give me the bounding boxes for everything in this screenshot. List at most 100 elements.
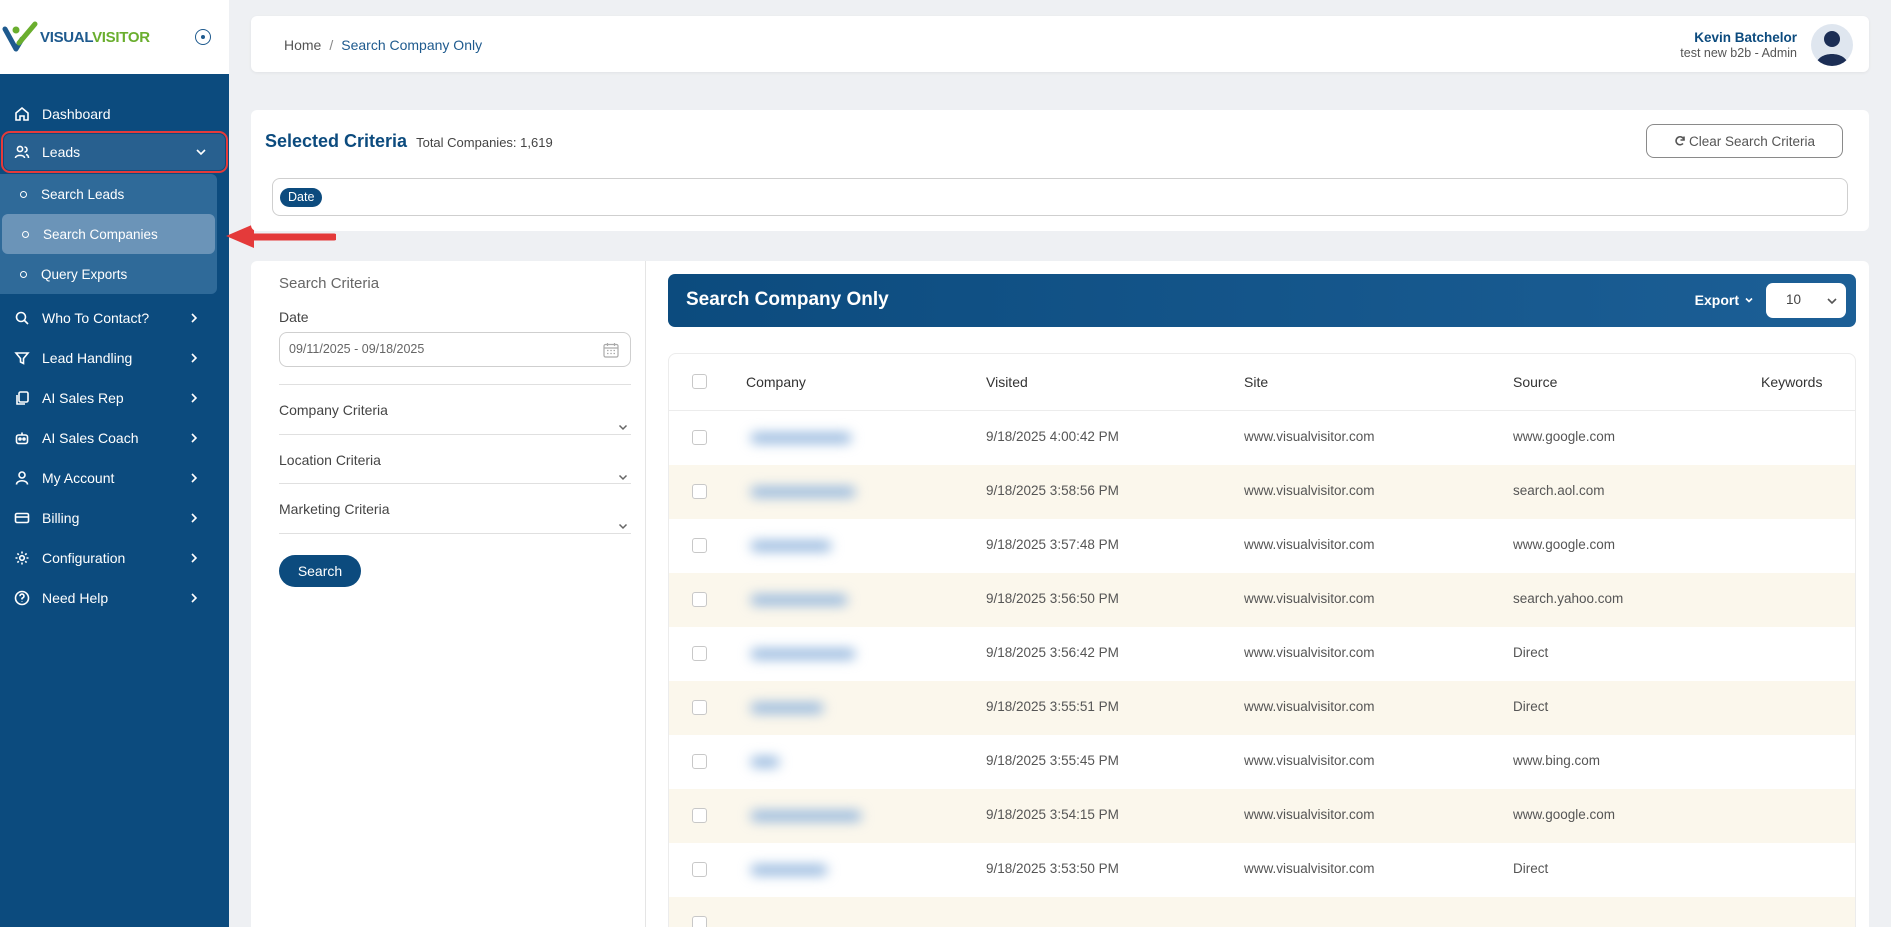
circle-icon [20, 190, 27, 198]
row-checkbox[interactable] [692, 808, 707, 823]
selected-criteria-panel: Selected Criteria Total Companies: 1,619… [251, 110, 1869, 231]
company-name-redacted[interactable] [741, 853, 869, 887]
page-size-select[interactable]: 10 [1766, 283, 1846, 318]
chevron-down-icon [617, 502, 629, 530]
clear-search-criteria-button[interactable]: Clear Search Criteria [1646, 124, 1843, 158]
sidebar-item-label: Lead Handling [42, 350, 133, 366]
column-header-site[interactable]: Site [1244, 374, 1268, 390]
column-header-visited[interactable]: Visited [986, 374, 1028, 390]
table-row[interactable]: 9/18/2025 3:57:48 PM www.visualvisitor.c… [669, 519, 1855, 573]
results-header: Search Company Only Export 10 [668, 274, 1856, 327]
sidebar-item-label: Need Help [42, 590, 109, 606]
row-checkbox[interactable] [692, 916, 707, 927]
sidebar-item-billing[interactable]: Billing [0, 498, 229, 538]
criteria-chip-box: Date [272, 178, 1848, 216]
search-icon [14, 310, 30, 326]
table-row[interactable]: 9/18/2025 4:00:42 PM www.visualvisitor.c… [669, 411, 1855, 465]
sidebar-subitem-label: Search Companies [43, 226, 158, 242]
table-row[interactable]: 9/18/2025 3:55:51 PM www.visualvisitor.c… [669, 681, 1855, 735]
row-checkbox[interactable] [692, 862, 707, 877]
search-button[interactable]: Search [279, 555, 361, 587]
breadcrumb-current: Search Company Only [341, 37, 483, 53]
table-row[interactable] [669, 897, 1855, 927]
sidebar-item-ai-sales-rep[interactable]: AI Sales Rep [0, 378, 229, 418]
help-icon [14, 590, 30, 606]
avatar[interactable] [1811, 24, 1853, 66]
filter-icon [14, 350, 30, 366]
sidebar-item-leads[interactable]: Leads [1, 131, 228, 173]
cell-visited: 9/18/2025 3:55:51 PM [986, 699, 1119, 714]
sidebar-item-lead-handling[interactable]: Lead Handling [0, 338, 229, 378]
table-row[interactable]: 9/18/2025 3:53:50 PM www.visualvisitor.c… [669, 843, 1855, 897]
row-checkbox[interactable] [692, 592, 707, 607]
company-name-redacted[interactable] [741, 529, 869, 563]
company-name-redacted[interactable] [741, 745, 869, 779]
sidebar-item-ai-sales-coach[interactable]: AI Sales Coach [0, 418, 229, 458]
row-checkbox[interactable] [692, 646, 707, 661]
user-role: test new b2b - Admin [1680, 46, 1797, 60]
total-companies: Total Companies: 1,619 [416, 135, 553, 150]
cell-source: Direct [1513, 861, 1549, 876]
sidebar-item-label: Leads [42, 144, 81, 160]
cell-source: Direct [1513, 645, 1549, 660]
gear-icon [14, 550, 30, 566]
cell-visited: 9/18/2025 3:53:50 PM [986, 861, 1119, 876]
column-header-keywords[interactable]: Keywords [1761, 374, 1822, 390]
company-name-redacted[interactable] [741, 421, 869, 455]
sidebar-item-label: AI Sales Coach [42, 430, 139, 446]
top-bar: Home / Search Company Only Kevin Batchelor… [251, 16, 1869, 72]
accordion-location-criteria[interactable]: Location Criteria [279, 434, 631, 484]
accordion-company-criteria[interactable]: Company Criteria [279, 384, 631, 434]
company-name-redacted[interactable] [741, 583, 869, 617]
date-range-input[interactable]: 09/11/2025 - 09/18/2025 [279, 332, 631, 367]
row-checkbox[interactable] [692, 754, 707, 769]
logo[interactable]: VISUALVISITOR [0, 0, 229, 74]
accordion-marketing-criteria[interactable]: Marketing Criteria [279, 483, 631, 533]
export-dropdown[interactable]: Export [1695, 292, 1754, 308]
sidebar-item-dashboard[interactable]: Dashboard [0, 94, 229, 134]
cell-site: www.visualvisitor.com [1244, 807, 1375, 822]
page-size-value: 10 [1786, 292, 1802, 307]
company-name-redacted[interactable] [741, 637, 869, 671]
sidebar-item-need-help[interactable]: Need Help [0, 578, 229, 618]
chevron-down-icon [1827, 298, 1837, 305]
table-row[interactable]: 9/18/2025 3:58:56 PM www.visualvisitor.c… [669, 465, 1855, 519]
column-header-company[interactable]: Company [746, 374, 806, 390]
table-row[interactable]: 9/18/2025 3:56:42 PM www.visualvisitor.c… [669, 627, 1855, 681]
accordion-label: Marketing Criteria [279, 501, 390, 517]
sidebar-toggle-icon[interactable] [195, 29, 211, 45]
breadcrumb-home[interactable]: Home [284, 37, 321, 53]
sidebar-subitem-search-leads[interactable]: Search Leads [0, 174, 217, 214]
sidebar-item-who-to-contact[interactable]: Who To Contact? [0, 298, 229, 338]
sidebar-item-label: Dashboard [42, 106, 111, 122]
company-name-redacted[interactable] [741, 475, 869, 509]
sidebar-item-configuration[interactable]: Configuration [0, 538, 229, 578]
chevron-down-icon [1745, 297, 1753, 303]
column-header-source[interactable]: Source [1513, 374, 1557, 390]
breadcrumb: Home / Search Company Only [284, 37, 482, 53]
calendar-icon[interactable] [602, 341, 620, 359]
cell-source: Direct [1513, 699, 1549, 714]
table-row[interactable]: 9/18/2025 3:54:15 PM www.visualvisitor.c… [669, 789, 1855, 843]
row-checkbox[interactable] [692, 538, 707, 553]
results-table: Company Visited Site Source Keywords 9/1… [668, 353, 1856, 927]
cell-visited: 9/18/2025 3:56:42 PM [986, 645, 1119, 660]
table-row[interactable]: 9/18/2025 3:56:50 PM www.visualvisitor.c… [669, 573, 1855, 627]
criteria-chip-date[interactable]: Date [280, 188, 323, 207]
company-name-redacted[interactable] [741, 799, 869, 833]
table-row[interactable]: 9/18/2025 3:55:45 PM www.visualvisitor.c… [669, 735, 1855, 789]
sidebar-item-my-account[interactable]: My Account [0, 458, 229, 498]
table-header: Company Visited Site Source Keywords [669, 354, 1855, 411]
company-name-redacted[interactable] [741, 691, 869, 725]
sidebar-subitem-query-exports[interactable]: Query Exports [0, 254, 217, 294]
sidebar-subitem-search-companies[interactable]: Search Companies [2, 214, 215, 254]
row-checkbox[interactable] [692, 484, 707, 499]
results-title: Search Company Only [686, 289, 889, 310]
leads-submenu: Search Leads Search Companies Query Expo… [0, 174, 217, 294]
cell-site: www.visualvisitor.com [1244, 537, 1375, 552]
row-checkbox[interactable] [692, 430, 707, 445]
user-info[interactable]: Kevin Batchelor test new b2b - Admin [1680, 30, 1797, 60]
row-checkbox[interactable] [692, 700, 707, 715]
sidebar-subitem-label: Search Leads [41, 186, 125, 202]
select-all-checkbox[interactable] [692, 374, 707, 389]
